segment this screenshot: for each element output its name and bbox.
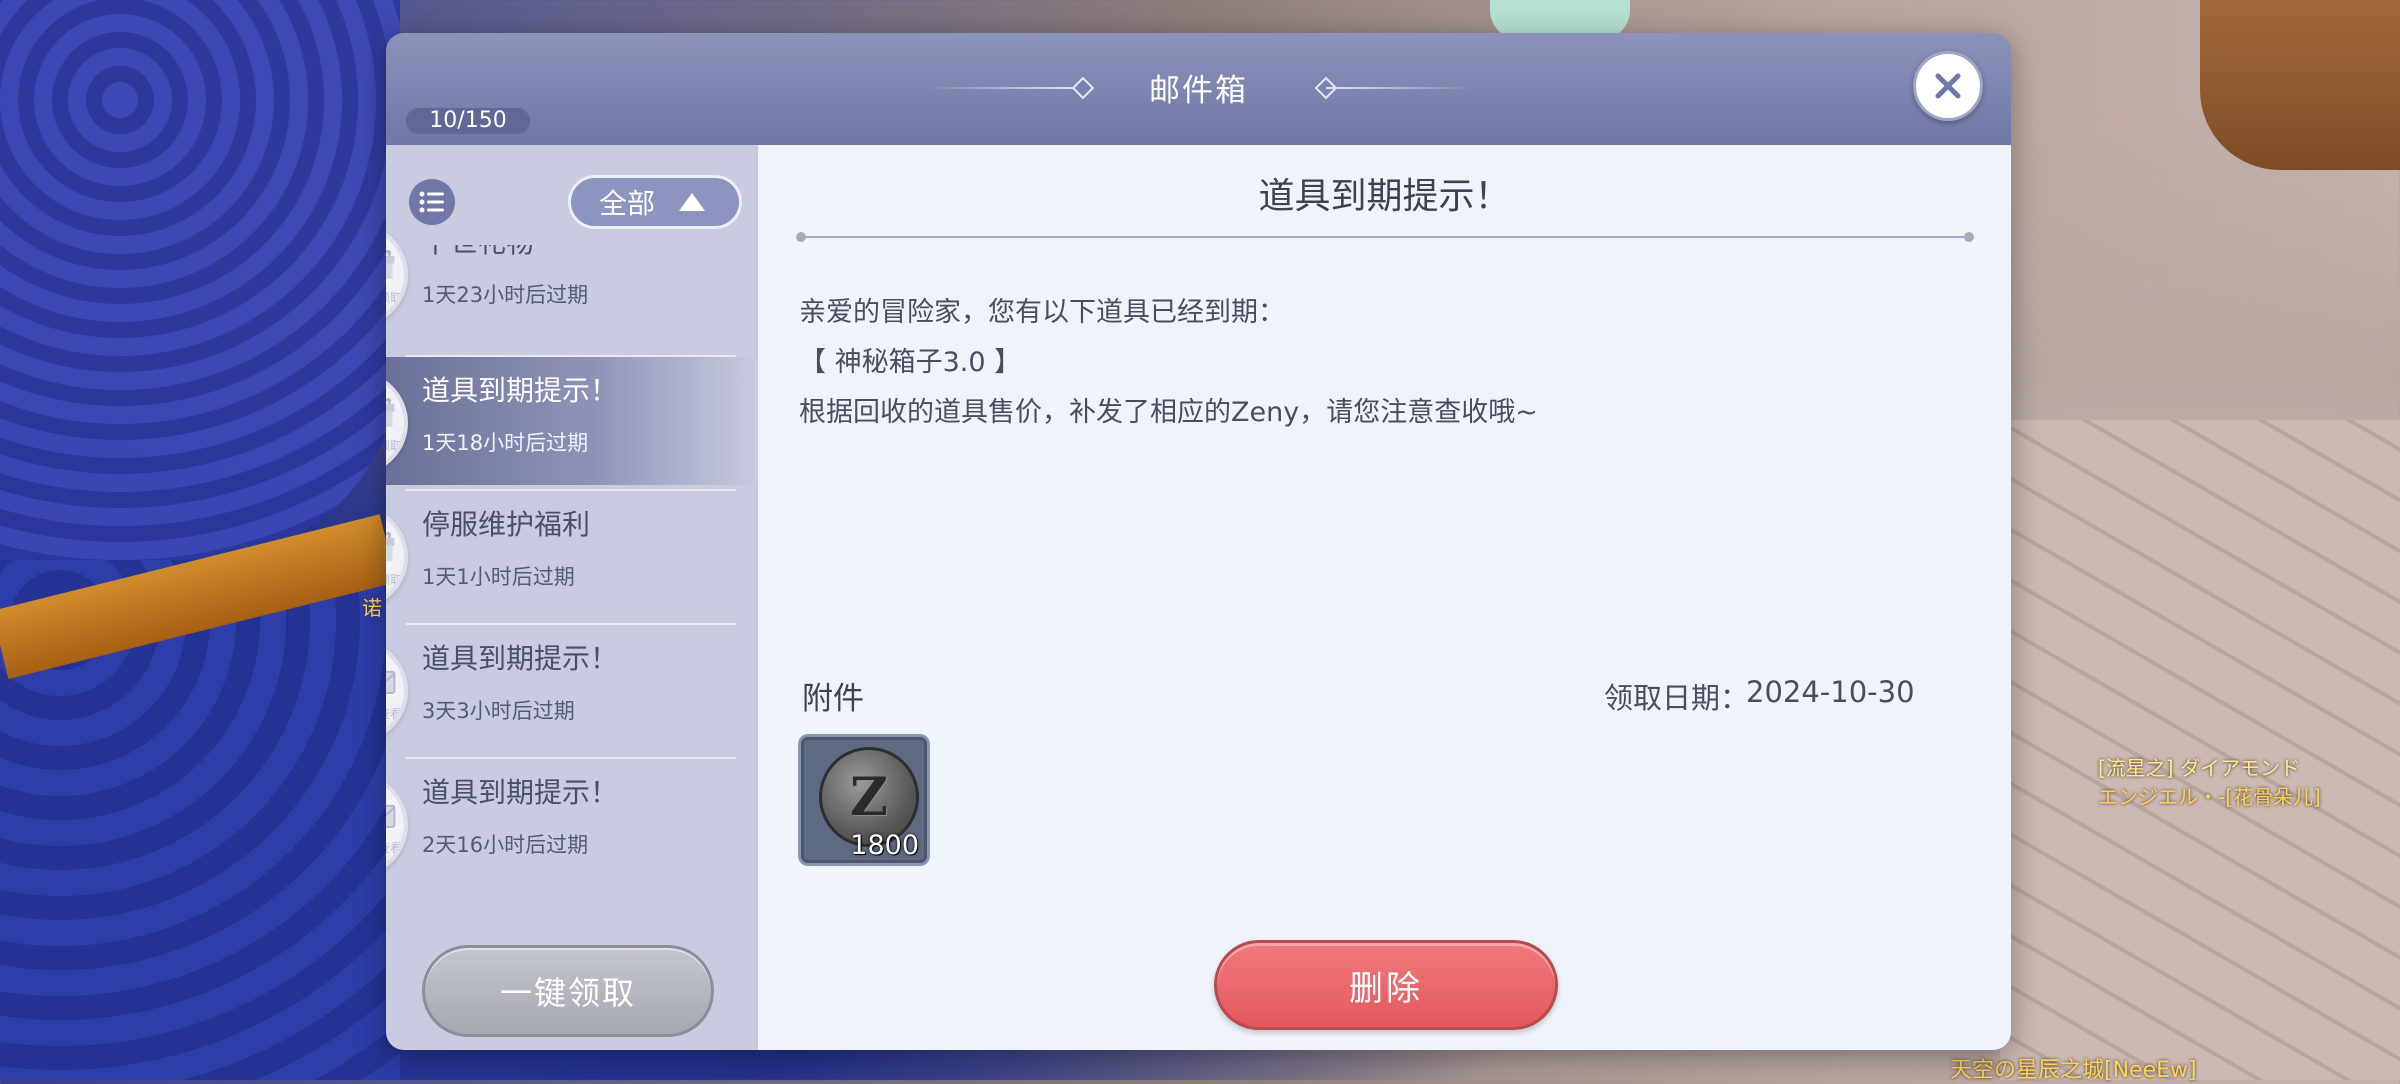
attachment-label: 附件: [802, 681, 864, 717]
mail-list[interactable]: 下世礼物 1天23小时后过期 道具到期提示！ 1天18小时后过期 停服维护福利 …: [386, 245, 758, 905]
claim-date-label: 领取日期：: [1604, 681, 1750, 715]
mail-expiry: 1天1小时后过期: [422, 565, 575, 589]
game-scene-pavement: [2000, 420, 2400, 1080]
mail-expiry: 2天16小时后过期: [422, 833, 589, 857]
mail-list-item[interactable]: 停服维护福利 1天1小时后过期: [386, 491, 758, 619]
delete-button[interactable]: 删除: [1214, 940, 1558, 1030]
mail-expiry: 1天23小时后过期: [422, 283, 589, 307]
title-divider: [796, 232, 1974, 242]
mail-list-item[interactable]: 下世礼物 1天23小时后过期: [386, 245, 758, 337]
player-name-tag: [流星之] ダイアモンド エンジエル・-[花骨朵儿]: [2098, 756, 2321, 809]
coin-letter: Z: [850, 766, 888, 828]
mail-subject: 下世礼物: [422, 245, 534, 261]
mail-expiry: 3天3小时后过期: [422, 699, 575, 723]
filter-dropdown[interactable]: 全部: [568, 175, 742, 229]
list-menu-button[interactable]: [409, 179, 455, 225]
close-icon: [1935, 73, 1961, 99]
game-scene-barrels: [2200, 0, 2400, 170]
mail-expiry: 1天18小时后过期: [422, 431, 589, 455]
mail-list-item-selected[interactable]: 道具到期提示！ 1天18小时后过期: [386, 357, 758, 485]
mail-subject: 道具到期提示！: [422, 374, 619, 407]
mail-content: 道具到期提示！ 亲爱的冒险家，您有以下道具已经到期： 【 神秘箱子3.0 】 根…: [758, 145, 2011, 1050]
mail-list-item[interactable]: 道具到期提示！ 2天16小时后过期: [386, 759, 758, 887]
mail-subject: 道具到期提示！: [422, 642, 619, 675]
filter-label: 全部: [599, 187, 656, 220]
close-button[interactable]: [1913, 51, 1983, 121]
claim-all-button[interactable]: 一键领取: [422, 945, 714, 1037]
mail-body-line: 【 神秘箱子3.0 】: [799, 347, 1022, 378]
mail-subject: 停服维护福利: [422, 508, 591, 541]
mail-list-item[interactable]: 道具到期提示！ 3天3小时后过期: [386, 625, 758, 753]
mail-body-line: 根据回收的道具售价，补发了相应的Zeny，请您注意查收哦~: [799, 397, 1538, 428]
game-scene-roof: [0, 0, 400, 560]
title-ornament-right: [1326, 87, 1476, 89]
guild-name-tag: 天空の星辰之城[NeeEw]: [1950, 1058, 2197, 1083]
attachment-quantity: 1800: [850, 830, 919, 861]
list-icon: [419, 191, 444, 213]
mail-count-badge: 10/150: [406, 108, 530, 134]
claim-date-value: 2024-10-30: [1746, 675, 1915, 709]
dialog-titlebar: 邮件箱 10/150: [386, 33, 2011, 145]
dialog-title: 邮件箱: [1149, 73, 1248, 109]
attachment-slot[interactable]: Z 1800: [798, 734, 930, 866]
mail-subject: 道具到期提示！: [422, 776, 619, 809]
side-hint-text: 诺: [362, 596, 382, 620]
mailbox-dialog: 邮件箱 10/150 全部 下世礼物 1天23小时后过期: [386, 33, 2011, 1050]
chevron-up-icon: [679, 193, 706, 211]
mail-title: 道具到期提示！: [1258, 176, 1511, 217]
mail-body-line: 亲爱的冒险家，您有以下道具已经到期：: [799, 297, 1285, 328]
mail-sidebar: 全部 下世礼物 1天23小时后过期 道具到期提示！ 1天18小时后过期 停服维护…: [386, 145, 758, 1050]
